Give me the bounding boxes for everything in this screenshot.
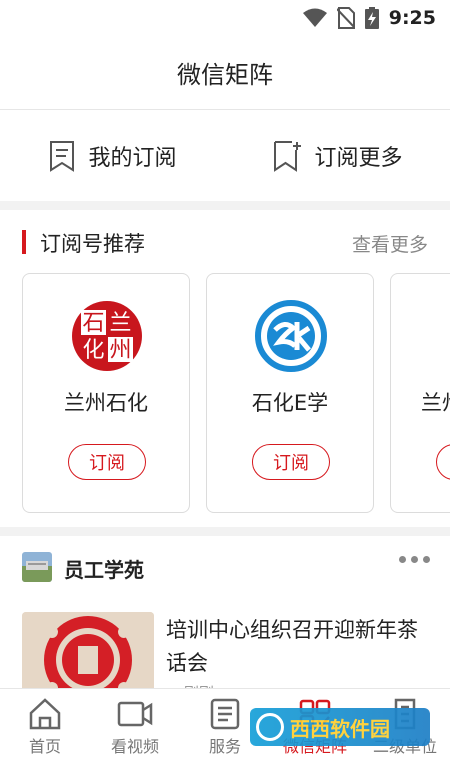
lanzhou-petrochem-seal-logo: 石 兰 化 州: [71, 300, 143, 372]
page-title: 微信矩阵: [177, 61, 273, 89]
recommend-card[interactable]: 石 兰 化 州 兰州石化 订阅: [22, 273, 190, 513]
video-icon: [117, 701, 153, 727]
subscribe-button[interactable]: 订阅: [252, 444, 330, 480]
app-header: 微信矩阵: [0, 36, 450, 110]
svg-text:州: 州: [109, 338, 131, 363]
battery-charging-icon: [364, 7, 379, 29]
account-avatar: [22, 552, 52, 582]
card-title: 石化E学: [251, 391, 329, 415]
tab-label: 服务: [208, 737, 241, 756]
subscribe-button[interactable]: 订阅: [68, 444, 146, 480]
feed-account-header[interactable]: 员工学苑: [0, 548, 450, 588]
petrochem-elearn-logo: [255, 300, 327, 372]
no-sim-icon: [336, 7, 355, 29]
section-divider: [0, 527, 450, 536]
tab-label: 看视频: [110, 737, 159, 756]
my-subscriptions-button[interactable]: 我的订阅: [0, 111, 225, 201]
recommend-card[interactable]: 石化E学 订阅: [206, 273, 374, 513]
svg-text:石: 石: [82, 311, 104, 336]
section-accent-bar: [22, 230, 26, 254]
more-options-icon[interactable]: [399, 556, 430, 563]
tab-label: 首页: [28, 737, 61, 756]
tab-video[interactable]: 看视频: [90, 689, 180, 760]
account-name: 员工学苑: [64, 558, 144, 582]
status-icons: 9:25: [302, 7, 436, 29]
site-watermark: 西西软件园: [250, 708, 430, 746]
subscribe-button[interactable]: 订阅: [436, 444, 450, 480]
recommend-section-header: 订阅号推荐 查看更多: [0, 222, 450, 262]
add-subscription-icon: [274, 141, 302, 172]
wifi-icon: [302, 8, 327, 27]
section-divider: [0, 201, 450, 210]
home-icon: [29, 698, 61, 730]
card-title: 兰州: [421, 391, 450, 415]
card-title: 兰州石化: [64, 391, 148, 415]
view-more-link[interactable]: 查看更多: [352, 230, 428, 257]
my-subscriptions-label: 我的订阅: [88, 146, 177, 171]
recommend-section-title: 订阅号推荐: [40, 232, 145, 256]
status-bar: 9:25: [0, 0, 450, 36]
article-title: 培训中心组织召开迎新年茶话会: [166, 618, 418, 675]
subscribe-actions: 我的订阅 订阅更多: [0, 111, 450, 201]
tab-home[interactable]: 首页: [0, 689, 90, 760]
service-icon: [210, 698, 240, 730]
recommend-card[interactable]: 兰州 订阅: [390, 273, 450, 513]
svg-text:化: 化: [82, 338, 104, 363]
recommend-card-list[interactable]: 石 兰 化 州 兰州石化 订阅 石化E学 订阅 兰州 订阅: [22, 273, 450, 513]
watermark-text: 西西软件园: [290, 716, 390, 741]
subscribe-more-label: 订阅更多: [314, 146, 403, 171]
watermark-logo-icon: [256, 713, 284, 741]
subscribe-more-button[interactable]: 订阅更多: [225, 111, 450, 201]
my-subscriptions-icon: [50, 141, 75, 172]
status-time: 9:25: [388, 7, 436, 29]
svg-text:兰: 兰: [109, 311, 131, 336]
card-logo: [439, 300, 450, 372]
